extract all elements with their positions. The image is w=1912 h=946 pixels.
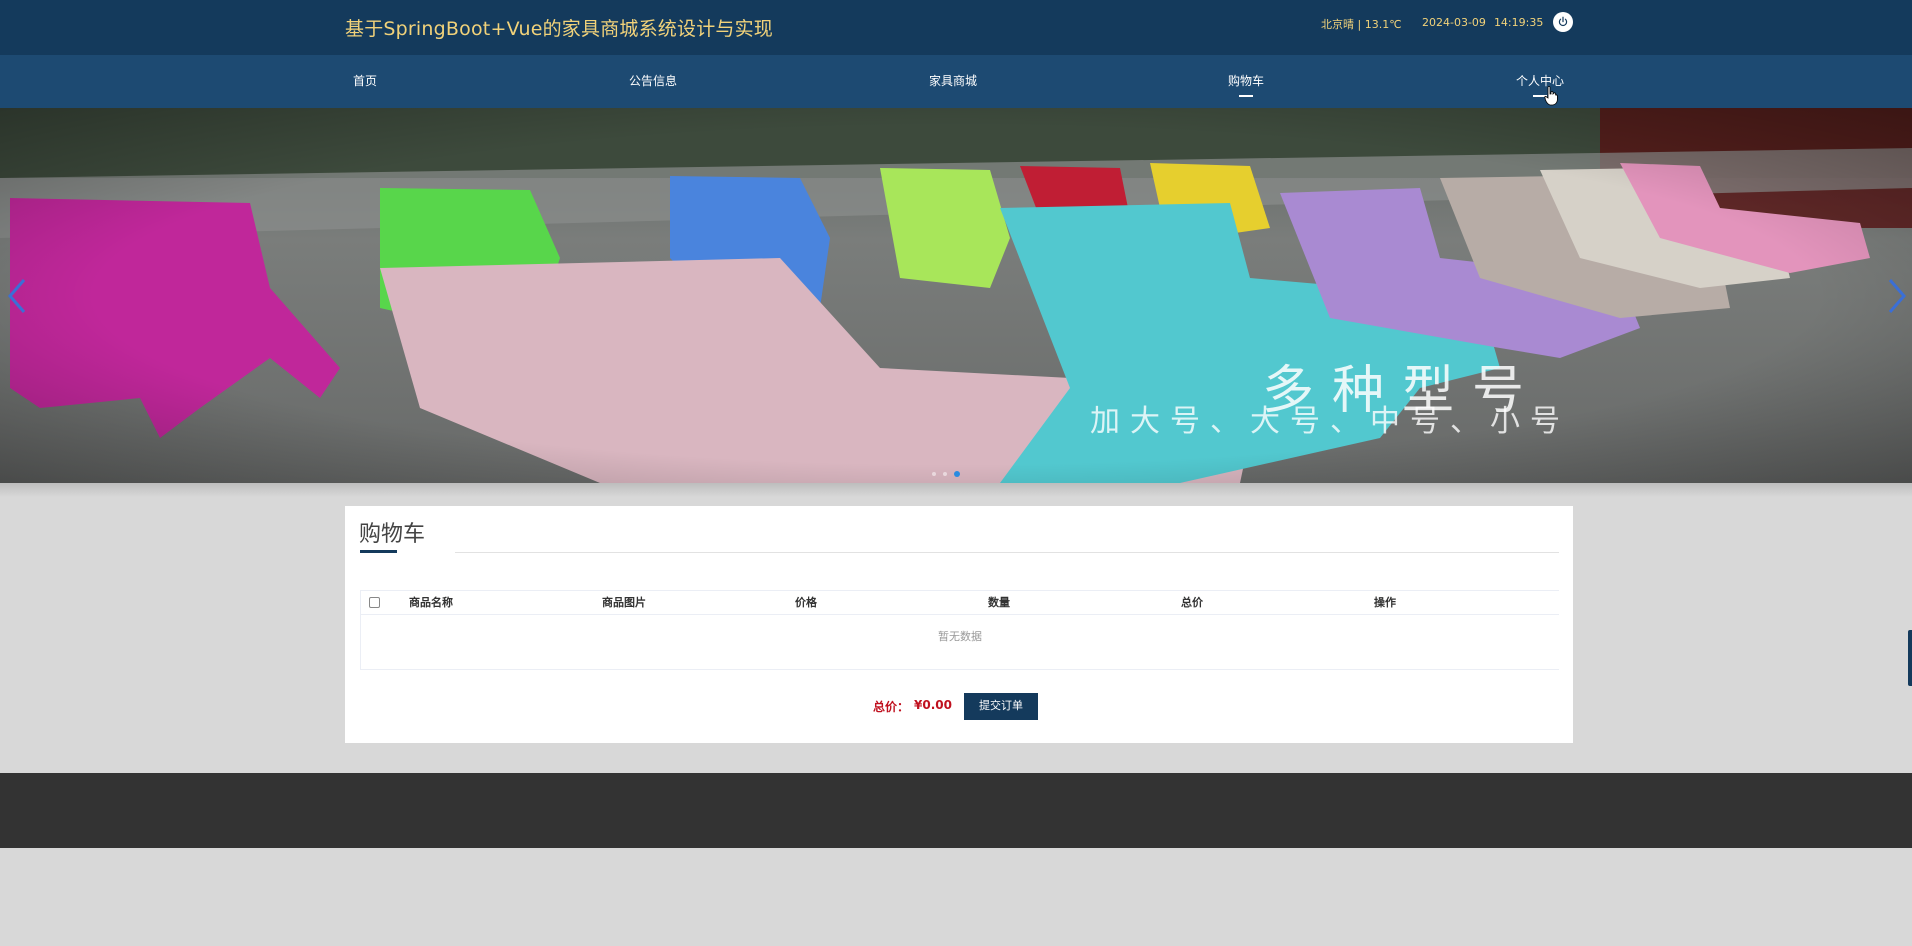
site-title: 基于SpringBoot+Vue的家具商城系统设计与实现	[345, 18, 774, 40]
nav-underline	[1239, 95, 1253, 97]
select-all-checkbox[interactable]	[369, 597, 380, 608]
title-divider	[455, 552, 1559, 553]
column-header: 操作	[1374, 596, 1396, 609]
nav-announcements-label: 公告信息	[629, 74, 678, 88]
nav-home[interactable]: 首页	[353, 55, 377, 108]
cart-panel: 购物车 商品名称 商品图片 价格 数量 总价 操作 暂无数据 总价： ¥0.00…	[345, 506, 1573, 743]
chevron-right-icon	[1888, 279, 1906, 313]
column-header: 数量	[988, 596, 1010, 609]
page-title: 购物车	[359, 522, 426, 547]
carousel-indicators	[932, 471, 960, 477]
submit-order-button[interactable]: 提交订单	[964, 693, 1038, 720]
nav-home-label: 首页	[353, 74, 378, 88]
time-text: 14:19:35	[1493, 16, 1544, 29]
main-nav: 首页 公告信息 家具商城 购物车 个人中心	[0, 55, 1912, 108]
banner-shadow	[0, 483, 1912, 497]
carousel-next-button[interactable]	[1884, 276, 1908, 316]
nav-announcements[interactable]: 公告信息	[629, 55, 677, 108]
nav-furniture-mall-label: 家具商城	[929, 74, 978, 88]
total-price-label: 总价：	[873, 700, 910, 714]
weather-info: 北京晴 | 13.1℃	[1321, 18, 1402, 31]
nav-furniture-mall[interactable]: 家具商城	[929, 55, 977, 108]
top-header: 基于SpringBoot+Vue的家具商城系统设计与实现 北京晴 | 13.1℃…	[0, 0, 1912, 55]
column-header: 价格	[795, 596, 817, 609]
column-header: 商品名称	[409, 596, 453, 609]
carousel-dot[interactable]	[932, 472, 936, 476]
table-header: 商品名称 商品图片 价格 数量 总价 操作	[361, 591, 1559, 615]
logout-button[interactable]	[1553, 12, 1573, 32]
chevron-left-icon	[8, 279, 26, 313]
cart-table: 商品名称 商品图片 价格 数量 总价 操作 暂无数据	[360, 590, 1559, 670]
datetime-display: 2024-03-09 14:19:35	[1422, 16, 1543, 29]
carousel-dot-active[interactable]	[954, 471, 960, 477]
column-header: 商品图片	[602, 596, 646, 609]
power-icon	[1558, 16, 1568, 26]
date-text: 2024-03-09	[1422, 16, 1486, 29]
nav-cart[interactable]: 购物车	[1228, 55, 1264, 108]
banner-carousel[interactable]: 多种型号 加大号、大号、中号、小号	[0, 108, 1912, 483]
total-price-value: ¥0.00	[914, 698, 952, 712]
empty-state-text: 暂无数据	[938, 630, 982, 643]
nav-cart-label: 购物车	[1228, 74, 1265, 88]
side-scroll-handle[interactable]	[1908, 630, 1912, 686]
page-footer	[0, 773, 1912, 848]
hand-pointer-icon	[1544, 86, 1558, 106]
banner-image	[0, 108, 1912, 483]
carousel-prev-button[interactable]	[6, 276, 30, 316]
banner-caption-sub: 加大号、大号、中号、小号	[1090, 404, 1570, 439]
column-header: 总价	[1181, 596, 1203, 609]
title-accent-bar	[360, 550, 397, 553]
carousel-dot[interactable]	[943, 472, 947, 476]
